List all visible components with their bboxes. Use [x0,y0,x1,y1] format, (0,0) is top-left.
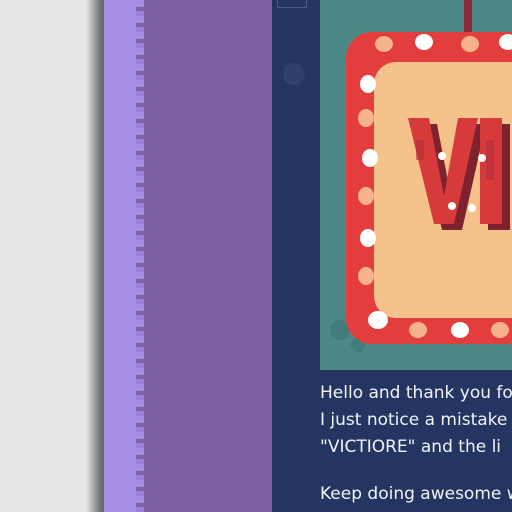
marquee-sign-image [320,0,512,370]
message-line: Keep doing awesome w [320,484,512,504]
page-background [0,0,100,512]
sign-hanger [464,0,472,32]
message-line: I just notice a mistake i [320,410,512,430]
decorative-dot-icon [283,63,305,85]
message-body: Hello and thank you fo I just notice a m… [320,380,512,508]
message-line: Hello and thank you fo [320,383,512,403]
message-line: "VICTIORE" and the li [320,437,502,457]
purple-side-panel [144,0,272,512]
frame-corner-icon [277,0,307,8]
